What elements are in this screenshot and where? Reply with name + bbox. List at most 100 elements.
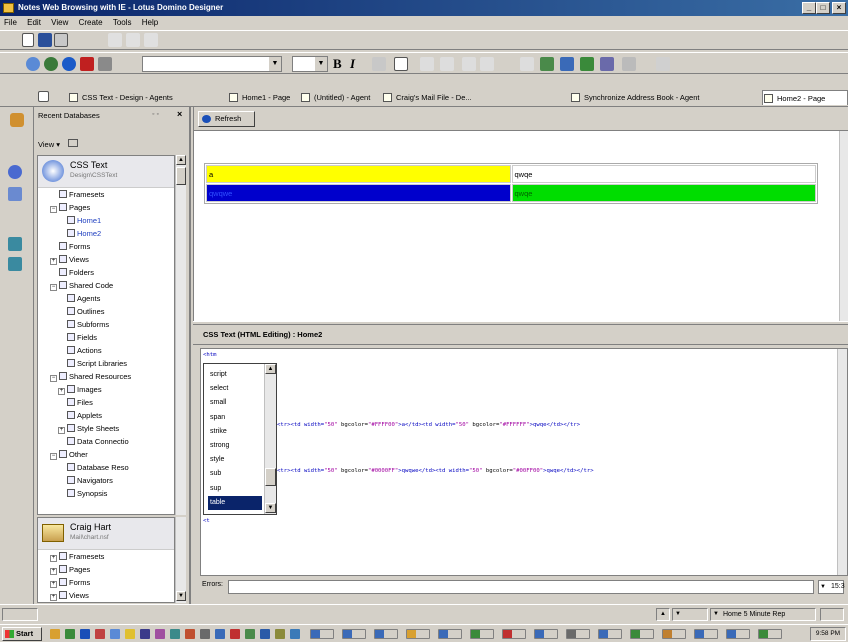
db-header-css-text[interactable]: CSS Text Design\CSSText bbox=[38, 156, 174, 188]
tree-item[interactable]: Script Libraries bbox=[58, 359, 127, 369]
tree-item[interactable]: Subforms bbox=[58, 320, 109, 330]
menu-tools[interactable]: Tools bbox=[109, 18, 136, 27]
text-color-icon[interactable] bbox=[394, 57, 408, 71]
menu-view[interactable]: View bbox=[47, 18, 72, 27]
bookmark-folder1-icon[interactable] bbox=[8, 237, 22, 251]
expand-icon[interactable]: + bbox=[50, 581, 57, 588]
tab-craigs-mail-file[interactable]: Craig's Mail File - De... bbox=[382, 90, 472, 105]
scroll-thumb[interactable] bbox=[265, 468, 276, 486]
errors-selector[interactable]: ▼ 15:3 bbox=[818, 580, 845, 594]
scroll-down-icon[interactable]: ▼ bbox=[265, 503, 276, 513]
autocomplete-item[interactable]: span bbox=[208, 411, 262, 425]
scroll-down-icon[interactable]: ▼ bbox=[176, 591, 186, 601]
tree-item[interactable]: + Pages bbox=[50, 565, 90, 575]
tree-item[interactable]: Agents bbox=[58, 294, 100, 304]
status-dropdown[interactable]: ▼ bbox=[672, 608, 708, 621]
tree-item[interactable]: Forms bbox=[50, 242, 90, 252]
tree-item[interactable]: − Other bbox=[50, 450, 88, 460]
quick-launch-icon[interactable] bbox=[140, 629, 150, 639]
menu-help[interactable]: Help bbox=[138, 18, 162, 27]
errors-field[interactable] bbox=[228, 580, 814, 594]
tree-item[interactable]: Synopsis bbox=[58, 489, 107, 499]
align-icon[interactable] bbox=[420, 57, 434, 71]
minimize-button[interactable]: _ bbox=[802, 2, 816, 14]
cut-icon[interactable] bbox=[108, 33, 122, 47]
quick-launch-icon[interactable] bbox=[275, 629, 285, 639]
tree-item[interactable]: Home1 bbox=[58, 216, 101, 226]
tree-item[interactable]: − Shared Resources bbox=[50, 372, 131, 382]
expand-icon[interactable]: + bbox=[58, 388, 65, 395]
tree-item[interactable]: Outlines bbox=[58, 307, 105, 317]
expand-icon[interactable]: + bbox=[50, 555, 57, 562]
tree-item[interactable]: − Shared Code bbox=[50, 281, 113, 291]
taskbar-button[interactable] bbox=[598, 629, 622, 639]
web-preview-icon[interactable] bbox=[62, 57, 76, 71]
taskbar-button[interactable] bbox=[566, 629, 590, 639]
scroll-up-icon[interactable]: ▲ bbox=[176, 155, 186, 165]
tree-item[interactable]: Framesets bbox=[50, 190, 104, 200]
taskbar-button[interactable] bbox=[438, 629, 462, 639]
start-button[interactable]: Start bbox=[2, 627, 42, 641]
link-icon[interactable] bbox=[580, 57, 594, 71]
database-icon[interactable] bbox=[26, 57, 40, 71]
quick-launch-icon[interactable] bbox=[95, 629, 105, 639]
pin-icon[interactable]: ◦ ◦ bbox=[152, 111, 159, 118]
taskbar-button[interactable] bbox=[374, 629, 398, 639]
paste-icon[interactable] bbox=[144, 33, 158, 47]
new-icon[interactable] bbox=[22, 33, 34, 47]
bookmark-database-icon[interactable] bbox=[8, 165, 22, 179]
taskbar-button[interactable] bbox=[406, 629, 430, 639]
tree-item[interactable]: + Views bbox=[50, 591, 89, 601]
autocomplete-scrollbar[interactable]: ▲ ▼ bbox=[264, 364, 276, 514]
tree-item[interactable]: Home2 bbox=[58, 229, 101, 239]
tree-item[interactable]: Files bbox=[58, 398, 93, 408]
expand-icon[interactable]: + bbox=[50, 258, 57, 265]
bookmark-designer-icon[interactable] bbox=[10, 113, 24, 127]
tree-scrollbar[interactable]: ▲ bbox=[175, 155, 186, 515]
refresh-button[interactable]: Refresh bbox=[198, 111, 255, 127]
tree-item[interactable]: + Images bbox=[58, 385, 102, 395]
italic-icon[interactable]: I bbox=[350, 56, 355, 72]
indent-icon[interactable] bbox=[440, 57, 454, 71]
bookmark-replicator-icon[interactable] bbox=[8, 187, 22, 201]
folder-view-icon[interactable] bbox=[68, 139, 79, 147]
tab-css-text-design-agents[interactable]: CSS Text - Design - Agents bbox=[68, 90, 173, 105]
expand-icon[interactable]: + bbox=[50, 594, 57, 601]
table-icon[interactable] bbox=[540, 57, 554, 71]
tree-item[interactable]: Navigators bbox=[58, 476, 113, 486]
autocomplete-item[interactable]: strike bbox=[208, 425, 262, 439]
mail-status-icon[interactable] bbox=[820, 608, 844, 621]
quick-launch-icon[interactable] bbox=[290, 629, 300, 639]
taskbar-button[interactable] bbox=[630, 629, 654, 639]
quick-launch-icon[interactable] bbox=[65, 629, 75, 639]
tab-untitled-agent[interactable]: (Untitled) - Agent bbox=[300, 90, 370, 105]
tab-synchronize-address-book[interactable]: Synchronize Address Book - Agent bbox=[570, 90, 700, 105]
quick-launch-icon[interactable] bbox=[170, 629, 180, 639]
quick-launch-icon[interactable] bbox=[230, 629, 240, 639]
style-dropdown[interactable]: ▼ bbox=[142, 56, 282, 72]
taskbar-button[interactable] bbox=[534, 629, 558, 639]
tree-item[interactable]: Database Reso bbox=[58, 463, 129, 473]
bookmark-folder2-icon[interactable] bbox=[8, 257, 22, 271]
tree-item[interactable]: + Framesets bbox=[50, 552, 104, 562]
autocomplete-item[interactable]: sup bbox=[208, 482, 262, 496]
copy-icon[interactable] bbox=[126, 33, 140, 47]
collapse-icon[interactable]: − bbox=[50, 206, 57, 213]
print-icon[interactable] bbox=[54, 33, 68, 47]
autocomplete-item[interactable]: sub bbox=[208, 467, 262, 481]
taskbar-button[interactable] bbox=[726, 629, 750, 639]
scroll-thumb[interactable] bbox=[176, 167, 186, 185]
taskbar-button[interactable] bbox=[758, 629, 782, 639]
autocomplete-item[interactable]: select bbox=[208, 382, 262, 396]
collapse-icon[interactable]: − bbox=[50, 453, 57, 460]
expand-icon[interactable]: + bbox=[58, 427, 65, 434]
tree-item[interactable]: − Pages bbox=[50, 203, 90, 213]
quick-launch-icon[interactable] bbox=[245, 629, 255, 639]
quick-launch-icon[interactable] bbox=[125, 629, 135, 639]
quick-launch-icon[interactable] bbox=[110, 629, 120, 639]
tree-item[interactable]: Applets bbox=[58, 411, 102, 421]
autocomplete-item[interactable]: table bbox=[208, 495, 262, 510]
quick-launch-icon[interactable] bbox=[50, 629, 60, 639]
db-header-craig-hart[interactable]: Craig Hart Mail\chart.nsf bbox=[38, 518, 174, 550]
taskbar-button[interactable] bbox=[502, 629, 526, 639]
